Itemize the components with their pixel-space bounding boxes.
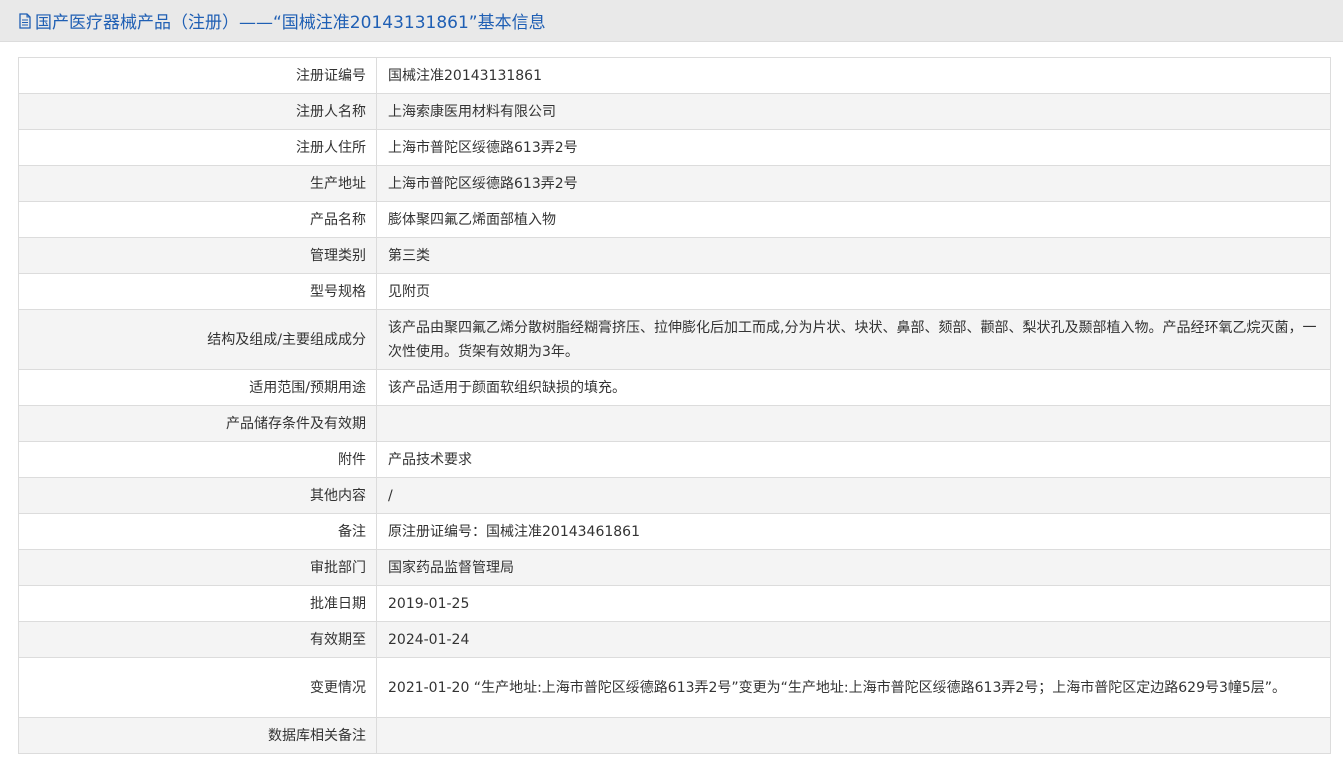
field-value: 第三类: [376, 237, 1331, 274]
field-value: 上海市普陀区绥德路613弄2号: [376, 165, 1331, 202]
field-value: 上海索康医用材料有限公司: [376, 93, 1331, 130]
page-title-text: 国产医疗器械产品（注册）——“国械注准20143131861”基本信息: [35, 13, 546, 33]
field-value: [376, 405, 1331, 442]
field-label: 变更情况: [18, 657, 377, 718]
field-label: 审批部门: [18, 549, 377, 586]
field-label: 产品储存条件及有效期: [18, 405, 377, 442]
document-icon: [18, 12, 32, 29]
field-value: 见附页: [376, 273, 1331, 310]
table-row: 变更情况 2021-01-20 “生产地址:上海市普陀区绥德路613弄2号”变更…: [18, 657, 1331, 718]
table-row: 管理类别 第三类: [18, 237, 1331, 274]
table-row: 注册证编号 国械注准20143131861: [18, 57, 1331, 94]
field-value: 2019-01-25: [376, 585, 1331, 622]
table-row: 审批部门 国家药品监督管理局: [18, 549, 1331, 586]
table-row: 产品名称 膨体聚四氟乙烯面部植入物: [18, 201, 1331, 238]
field-value: 2024-01-24: [376, 621, 1331, 658]
table-row: 备注 原注册证编号：国械注准20143461861: [18, 513, 1331, 550]
attachment-link[interactable]: 产品技术要求: [376, 441, 1331, 478]
table-row: 生产地址 上海市普陀区绥德路613弄2号: [18, 165, 1331, 202]
field-label: 备注: [18, 513, 377, 550]
field-label: 生产地址: [18, 165, 377, 202]
field-label: 其他内容: [18, 477, 377, 514]
field-value: 原注册证编号：国械注准20143461861: [376, 513, 1331, 550]
field-label: 结构及组成/主要组成成分: [18, 309, 377, 370]
table-row: 适用范围/预期用途 该产品适用于颜面软组织缺损的填充。: [18, 369, 1331, 406]
main-content: 注册证编号 国械注准20143131861 注册人名称 上海索康医用材料有限公司…: [0, 42, 1343, 754]
field-label: 批准日期: [18, 585, 377, 622]
table-row: 批准日期 2019-01-25: [18, 585, 1331, 622]
table-row: 附件 产品技术要求: [18, 441, 1331, 478]
table-row: 注册人住所 上海市普陀区绥德路613弄2号: [18, 129, 1331, 166]
field-value: /: [376, 477, 1331, 514]
table-row: 注册人名称 上海索康医用材料有限公司: [18, 93, 1331, 130]
field-label: 型号规格: [18, 273, 377, 310]
field-value: [376, 717, 1331, 754]
table-row: 型号规格 见附页: [18, 273, 1331, 310]
field-label: 数据库相关备注: [18, 717, 377, 754]
table-row: 其他内容 /: [18, 477, 1331, 514]
field-value: 上海市普陀区绥德路613弄2号: [376, 129, 1331, 166]
table-row: 有效期至 2024-01-24: [18, 621, 1331, 658]
field-label: 注册证编号: [18, 57, 377, 94]
field-label: 适用范围/预期用途: [18, 369, 377, 406]
page-title: 国产医疗器械产品（注册）——“国械注准20143131861”基本信息: [18, 8, 546, 33]
info-table: 注册证编号 国械注准20143131861 注册人名称 上海索康医用材料有限公司…: [18, 57, 1331, 754]
field-label: 注册人名称: [18, 93, 377, 130]
field-value: 国家药品监督管理局: [376, 549, 1331, 586]
field-value: 该产品适用于颜面软组织缺损的填充。: [376, 369, 1331, 406]
field-value: 2021-01-20 “生产地址:上海市普陀区绥德路613弄2号”变更为“生产地…: [376, 657, 1331, 718]
table-row: 产品储存条件及有效期: [18, 405, 1331, 442]
field-label: 有效期至: [18, 621, 377, 658]
field-label: 管理类别: [18, 237, 377, 274]
field-value: 该产品由聚四氟乙烯分散树脂经糊膏挤压、拉伸膨化后加工而成,分为片状、块状、鼻部、…: [376, 309, 1331, 370]
field-value: 膨体聚四氟乙烯面部植入物: [376, 201, 1331, 238]
field-value: 国械注准20143131861: [376, 57, 1331, 94]
field-label: 产品名称: [18, 201, 377, 238]
field-label: 注册人住所: [18, 129, 377, 166]
table-row: 结构及组成/主要组成成分 该产品由聚四氟乙烯分散树脂经糊膏挤压、拉伸膨化后加工而…: [18, 309, 1331, 370]
table-row: 数据库相关备注: [18, 717, 1331, 754]
page-header: 国产医疗器械产品（注册）——“国械注准20143131861”基本信息: [0, 0, 1343, 42]
field-label: 附件: [18, 441, 377, 478]
